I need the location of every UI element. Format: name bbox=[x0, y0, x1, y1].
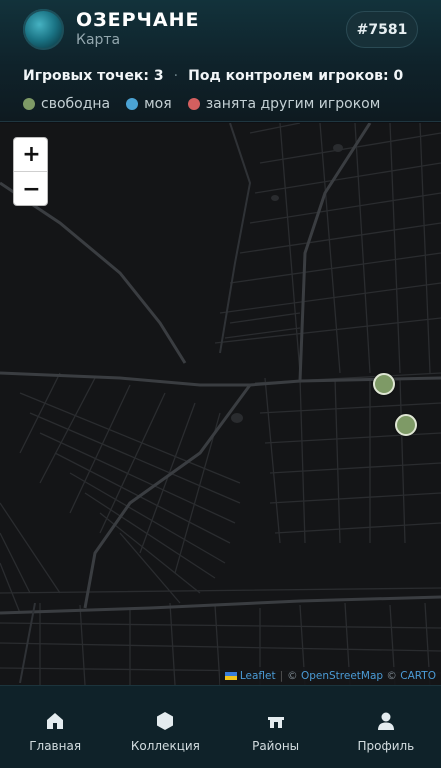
header: ОЗЕРЧАНЕ Карта #7581 Игровых точек: 3 · … bbox=[0, 0, 441, 122]
legend-label-free: свободна bbox=[41, 96, 111, 112]
nav-label-collection: Коллекция bbox=[130, 739, 200, 753]
home-icon bbox=[44, 710, 66, 732]
id-badge[interactable]: #7581 bbox=[346, 11, 418, 48]
legend-dot-free bbox=[23, 98, 35, 110]
hexagon-icon bbox=[154, 710, 176, 732]
stats-line: Игровых точек: 3 · Под контролем игроков… bbox=[23, 68, 403, 84]
legend-item-mine: моя bbox=[126, 96, 172, 112]
legend-dot-taken bbox=[187, 98, 200, 110]
zoom-in-button[interactable]: + bbox=[14, 138, 47, 172]
nav-item-collection[interactable]: Коллекция bbox=[110, 686, 220, 768]
ukraine-flag-icon bbox=[224, 672, 237, 680]
legend-item-free: свободна bbox=[23, 96, 110, 112]
nav-label-home: Главная bbox=[29, 739, 82, 753]
user-icon bbox=[375, 710, 397, 732]
page-title: ОЗЕРЧАНЕ bbox=[76, 9, 200, 31]
copyright-symbol: © bbox=[386, 670, 397, 682]
map-marker-free[interactable] bbox=[373, 373, 395, 395]
attribution-pipe: | bbox=[279, 670, 284, 682]
nav-item-districts[interactable]: Районы bbox=[221, 686, 331, 768]
bottom-nav: Главная Коллекция Районы Профиль bbox=[0, 685, 441, 768]
zoom-control: + − bbox=[13, 137, 48, 206]
nav-label-profile: Профиль bbox=[357, 739, 415, 753]
nav-label-districts: Районы bbox=[252, 739, 300, 753]
legend-item-taken: занята другим игроком bbox=[187, 96, 381, 112]
legend-label-mine: моя bbox=[144, 96, 172, 112]
stats-separator: · bbox=[173, 68, 179, 84]
leaflet-link[interactable]: Leaflet bbox=[240, 670, 276, 682]
legend-dot-mine bbox=[126, 98, 139, 110]
map[interactable]: + − Leaflet | © OpenStreetMap © CARTO bbox=[0, 123, 441, 685]
gate-icon bbox=[265, 710, 287, 732]
copyright-symbol: © bbox=[287, 670, 298, 682]
map-attribution: Leaflet | © OpenStreetMap © CARTO bbox=[219, 667, 441, 685]
osm-link[interactable]: OpenStreetMap bbox=[301, 670, 383, 682]
city-avatar[interactable] bbox=[23, 9, 64, 50]
nav-item-profile[interactable]: Профиль bbox=[331, 686, 441, 768]
page-subtitle: Карта bbox=[76, 32, 121, 48]
points-count: Игровых точек: 3 bbox=[23, 68, 164, 84]
legend: свободна моя занята другим игроком bbox=[23, 96, 396, 112]
nav-item-home[interactable]: Главная bbox=[0, 686, 110, 768]
map-tiles bbox=[0, 123, 441, 685]
map-marker-free[interactable] bbox=[395, 414, 417, 436]
controlled-count: Под контролем игроков: 0 bbox=[188, 68, 404, 84]
legend-label-taken: занята другим игроком bbox=[205, 96, 381, 112]
zoom-out-button[interactable]: − bbox=[14, 172, 47, 205]
carto-link[interactable]: CARTO bbox=[400, 670, 436, 682]
